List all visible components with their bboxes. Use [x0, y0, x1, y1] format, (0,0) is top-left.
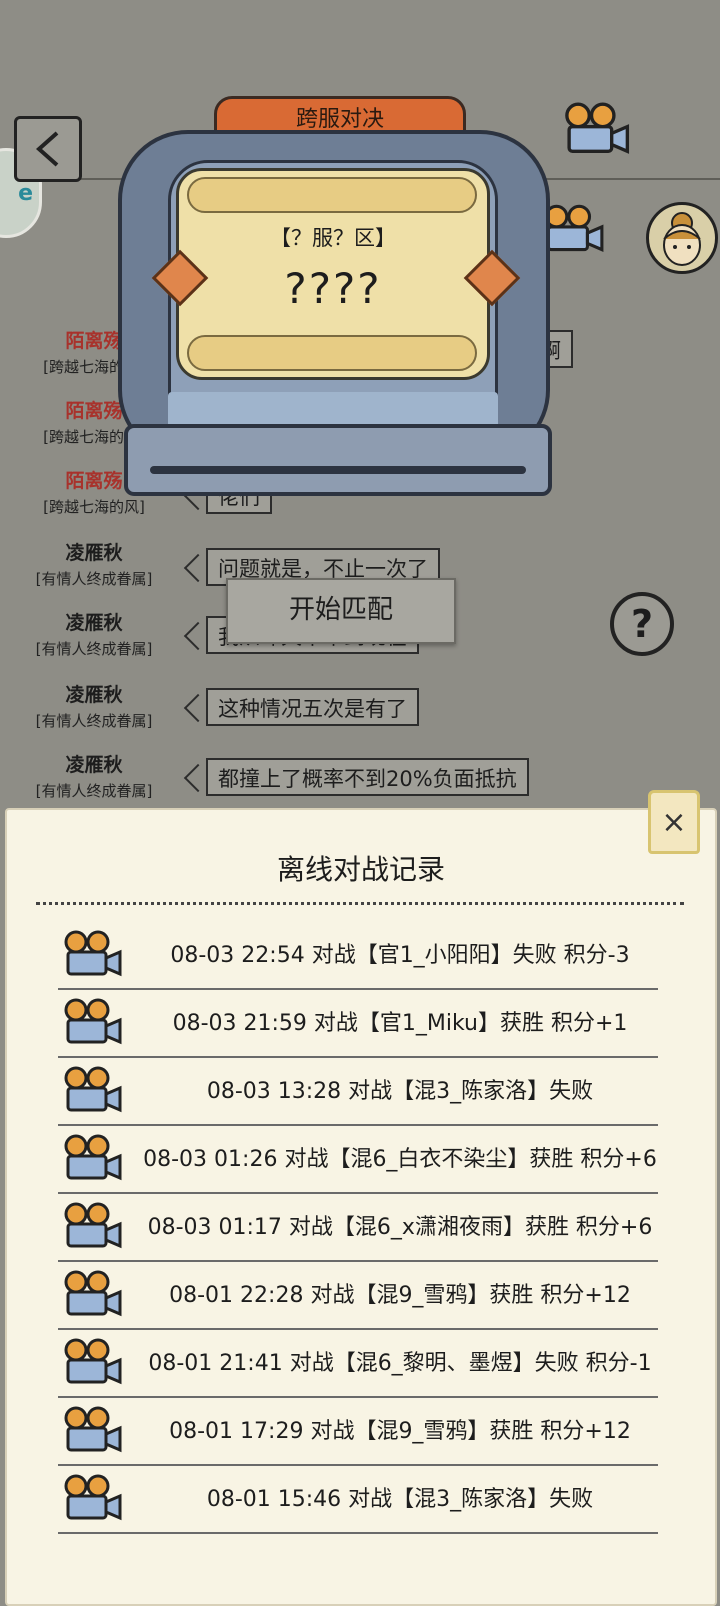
question-icon: ? [630, 602, 654, 646]
film-camera-icon[interactable] [60, 1406, 124, 1456]
battle-record-row[interactable]: 08-01 22:28 对战【混9_雪鸦】获胜 积分+12 [58, 1264, 658, 1330]
battle-record-text: 08-01 15:46 对战【混3_陈家洛】失败 [206, 1487, 594, 1512]
film-camera-icon[interactable] [60, 1202, 124, 1252]
chat-sender-title: [跨越七海的风] [43, 498, 145, 516]
dotted-divider [36, 902, 684, 905]
battle-record-text: 08-03 13:28 对战【混3_陈家洛】失败 [206, 1079, 594, 1104]
battle-record-text: 08-01 17:29 对战【混9_雪鸦】获胜 积分+12 [169, 1419, 631, 1444]
chat-bubble: 都撞上了概率不到20%负面抵抗 [206, 758, 529, 796]
opponent-server-label: 【？服？区】 [270, 226, 396, 250]
battle-record-row[interactable]: 08-01 17:29 对战【混9_雪鸦】获胜 积分+12 [58, 1400, 658, 1466]
battle-record-text: 08-03 21:59 对战【官1_Miku】获胜 积分+1 [172, 1011, 628, 1036]
film-camera-icon[interactable] [60, 1474, 124, 1524]
close-icon: × [661, 804, 687, 840]
battle-record-row[interactable]: 08-03 21:59 对战【官1_Miku】获胜 积分+1 [58, 992, 658, 1058]
close-button[interactable]: × [648, 790, 700, 854]
battle-record-text: 08-03 22:54 对战【官1_小阳阳】失败 积分-3 [170, 943, 630, 968]
chat-bubble: 这种情况五次是有了 [206, 688, 419, 726]
battle-record-row[interactable]: 08-03 01:17 对战【混6_x潇湘夜雨】获胜 积分+6 [58, 1196, 658, 1262]
chat-sender-name[interactable]: 凌雁秋 [4, 680, 184, 707]
machine-slot [150, 466, 526, 474]
machine-base [124, 424, 552, 496]
chat-sender-name[interactable]: 凌雁秋 [4, 750, 184, 777]
film-camera-icon[interactable] [60, 1066, 124, 1116]
film-camera-icon[interactable] [60, 930, 124, 980]
chat-sender-name[interactable]: 凌雁秋 [4, 538, 184, 565]
start-match-button[interactable]: 开始匹配 [226, 578, 456, 644]
avatar-icon [663, 212, 701, 266]
chat-sender-title: [有情人终成眷属] [35, 570, 153, 588]
back-button[interactable] [14, 116, 82, 182]
records-panel-title: 离线对战记录 [276, 853, 445, 886]
battle-record-row[interactable]: 08-01 15:46 对战【混3_陈家洛】失败 [58, 1468, 658, 1534]
battle-record-text: 08-03 01:17 对战【混6_x潇湘夜雨】获胜 积分+6 [147, 1215, 653, 1240]
chat-sender-name[interactable]: 凌雁秋 [4, 608, 184, 635]
chat-sender-title: [有情人终成眷属] [35, 782, 153, 800]
film-camera-icon[interactable] [60, 1270, 124, 1320]
battle-record-row[interactable]: 08-01 21:41 对战【混6_黎明、墨煜】失败 积分-1 [58, 1332, 658, 1398]
chat-sender-title: [有情人终成眷属] [35, 712, 153, 730]
battle-record-text: 08-03 01:26 对战【混6_白衣不染尘】获胜 积分+6 [143, 1147, 657, 1172]
avatar[interactable] [646, 202, 718, 274]
machine-panel-bar [168, 392, 498, 428]
battle-record-row[interactable]: 08-03 01:26 对战【混6_白衣不染尘】获胜 积分+6 [58, 1128, 658, 1194]
back-arrow-icon [35, 131, 59, 167]
film-camera-icon[interactable] [560, 102, 632, 158]
chat-sender-title: [有情人终成眷属] [35, 640, 153, 658]
opponent-name: ???? [284, 264, 382, 313]
scroll-band-bottom [187, 335, 477, 371]
battle-record-text: 08-01 21:41 对战【混6_黎明、墨煜】失败 积分-1 [148, 1351, 652, 1376]
battle-record-row[interactable]: 08-03 13:28 对战【混3_陈家洛】失败 [58, 1060, 658, 1126]
film-camera-icon[interactable] [60, 1338, 124, 1388]
help-button[interactable]: ? [610, 592, 674, 656]
scroll-band-top [187, 177, 477, 213]
battle-record-text: 08-01 22:28 对战【混9_雪鸦】获胜 积分+12 [169, 1283, 631, 1308]
film-camera-icon[interactable] [60, 1134, 124, 1184]
film-camera-icon[interactable] [60, 998, 124, 1048]
battle-record-row[interactable]: 08-03 22:54 对战【官1_小阳阳】失败 积分-3 [58, 924, 658, 990]
